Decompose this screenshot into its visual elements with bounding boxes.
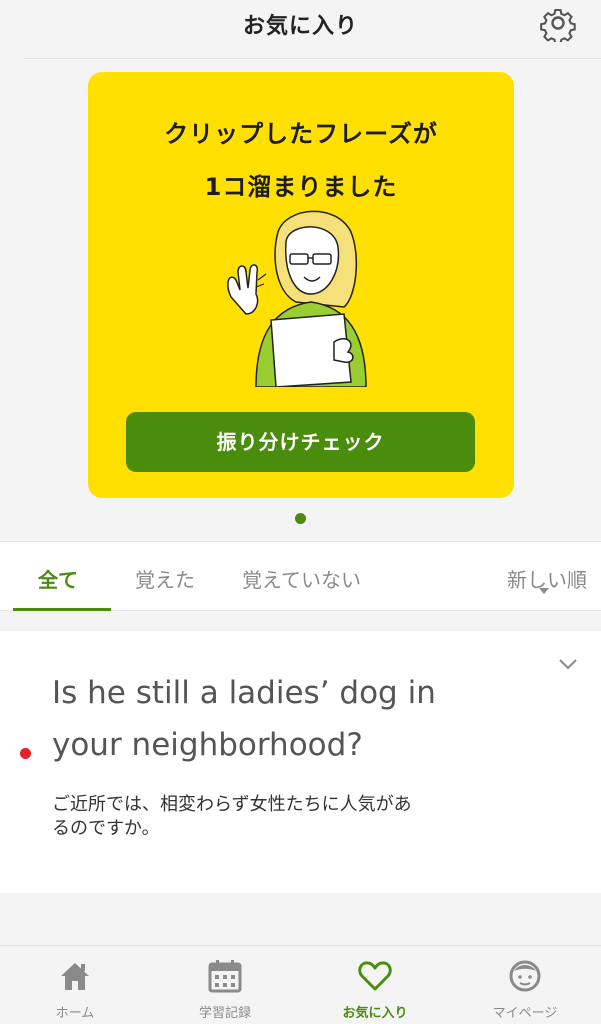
filter-tabbar: 全て 覚えた 覚えていない 新しい順 (0, 541, 601, 611)
phrase-card[interactable]: Is he still a ladies’ dog in your neighb… (0, 631, 601, 893)
bottom-navigation: ホーム 学習記録 お気に入り マイページ (0, 945, 601, 1024)
phrase-english: Is he still a ladies’ dog in your neighb… (52, 667, 532, 771)
phrase-english-line2: your neighborhood? (52, 727, 363, 763)
nav-item-study-log[interactable]: 学習記録 (150, 946, 300, 1024)
phrase-english-line1: Is he still a ladies’ dog in (52, 675, 436, 711)
nav-label-study-log: 学習記録 (198, 1006, 251, 1021)
calendar-icon (208, 960, 242, 993)
tab-learned[interactable]: 覚えた (135, 564, 195, 593)
home-icon (61, 963, 89, 990)
tab-not-learned[interactable]: 覚えていない (242, 564, 361, 593)
header: お気に入り (0, 0, 601, 59)
banner-title-line1: クリップしたフレーズが (164, 120, 438, 148)
phrase-japanese: ご近所では、相変わらず女性たちに人気があ るのですか。 (52, 793, 522, 841)
phrase-japanese-line2: るのですか。 (52, 818, 160, 839)
sort-check-button[interactable]: 振り分けチェック (126, 412, 475, 472)
active-tab-indicator (13, 608, 111, 611)
tab-all[interactable]: 全て (38, 564, 78, 593)
clip-summary-banner: クリップしたフレーズが 1コ溜まりました 振り分けチェック (88, 72, 514, 498)
header-divider (24, 58, 601, 59)
page-title: お気に入り (242, 14, 358, 39)
nav-item-favorites[interactable]: お気に入り (300, 946, 450, 1024)
heart-icon (358, 961, 392, 991)
sort-dropdown-arrow-icon (539, 588, 549, 594)
banner-title-line2: 1コ溜まりました (204, 173, 398, 201)
nav-label-favorites: お気に入り (342, 1006, 408, 1021)
teacher-illustration (227, 210, 367, 387)
carousel-page-indicator (295, 513, 306, 524)
nav-label-home: ホーム (55, 1006, 95, 1021)
nav-item-home[interactable]: ホーム (0, 946, 150, 1024)
nav-item-mypage[interactable]: マイページ (450, 946, 600, 1024)
chevron-down-icon[interactable] (557, 657, 579, 671)
unread-indicator (20, 748, 31, 759)
gear-icon[interactable] (539, 4, 577, 42)
face-icon (509, 960, 541, 992)
phrase-japanese-line1: ご近所では、相変わらず女性たちに人気があ (52, 794, 412, 815)
nav-label-mypage: マイページ (492, 1006, 558, 1021)
